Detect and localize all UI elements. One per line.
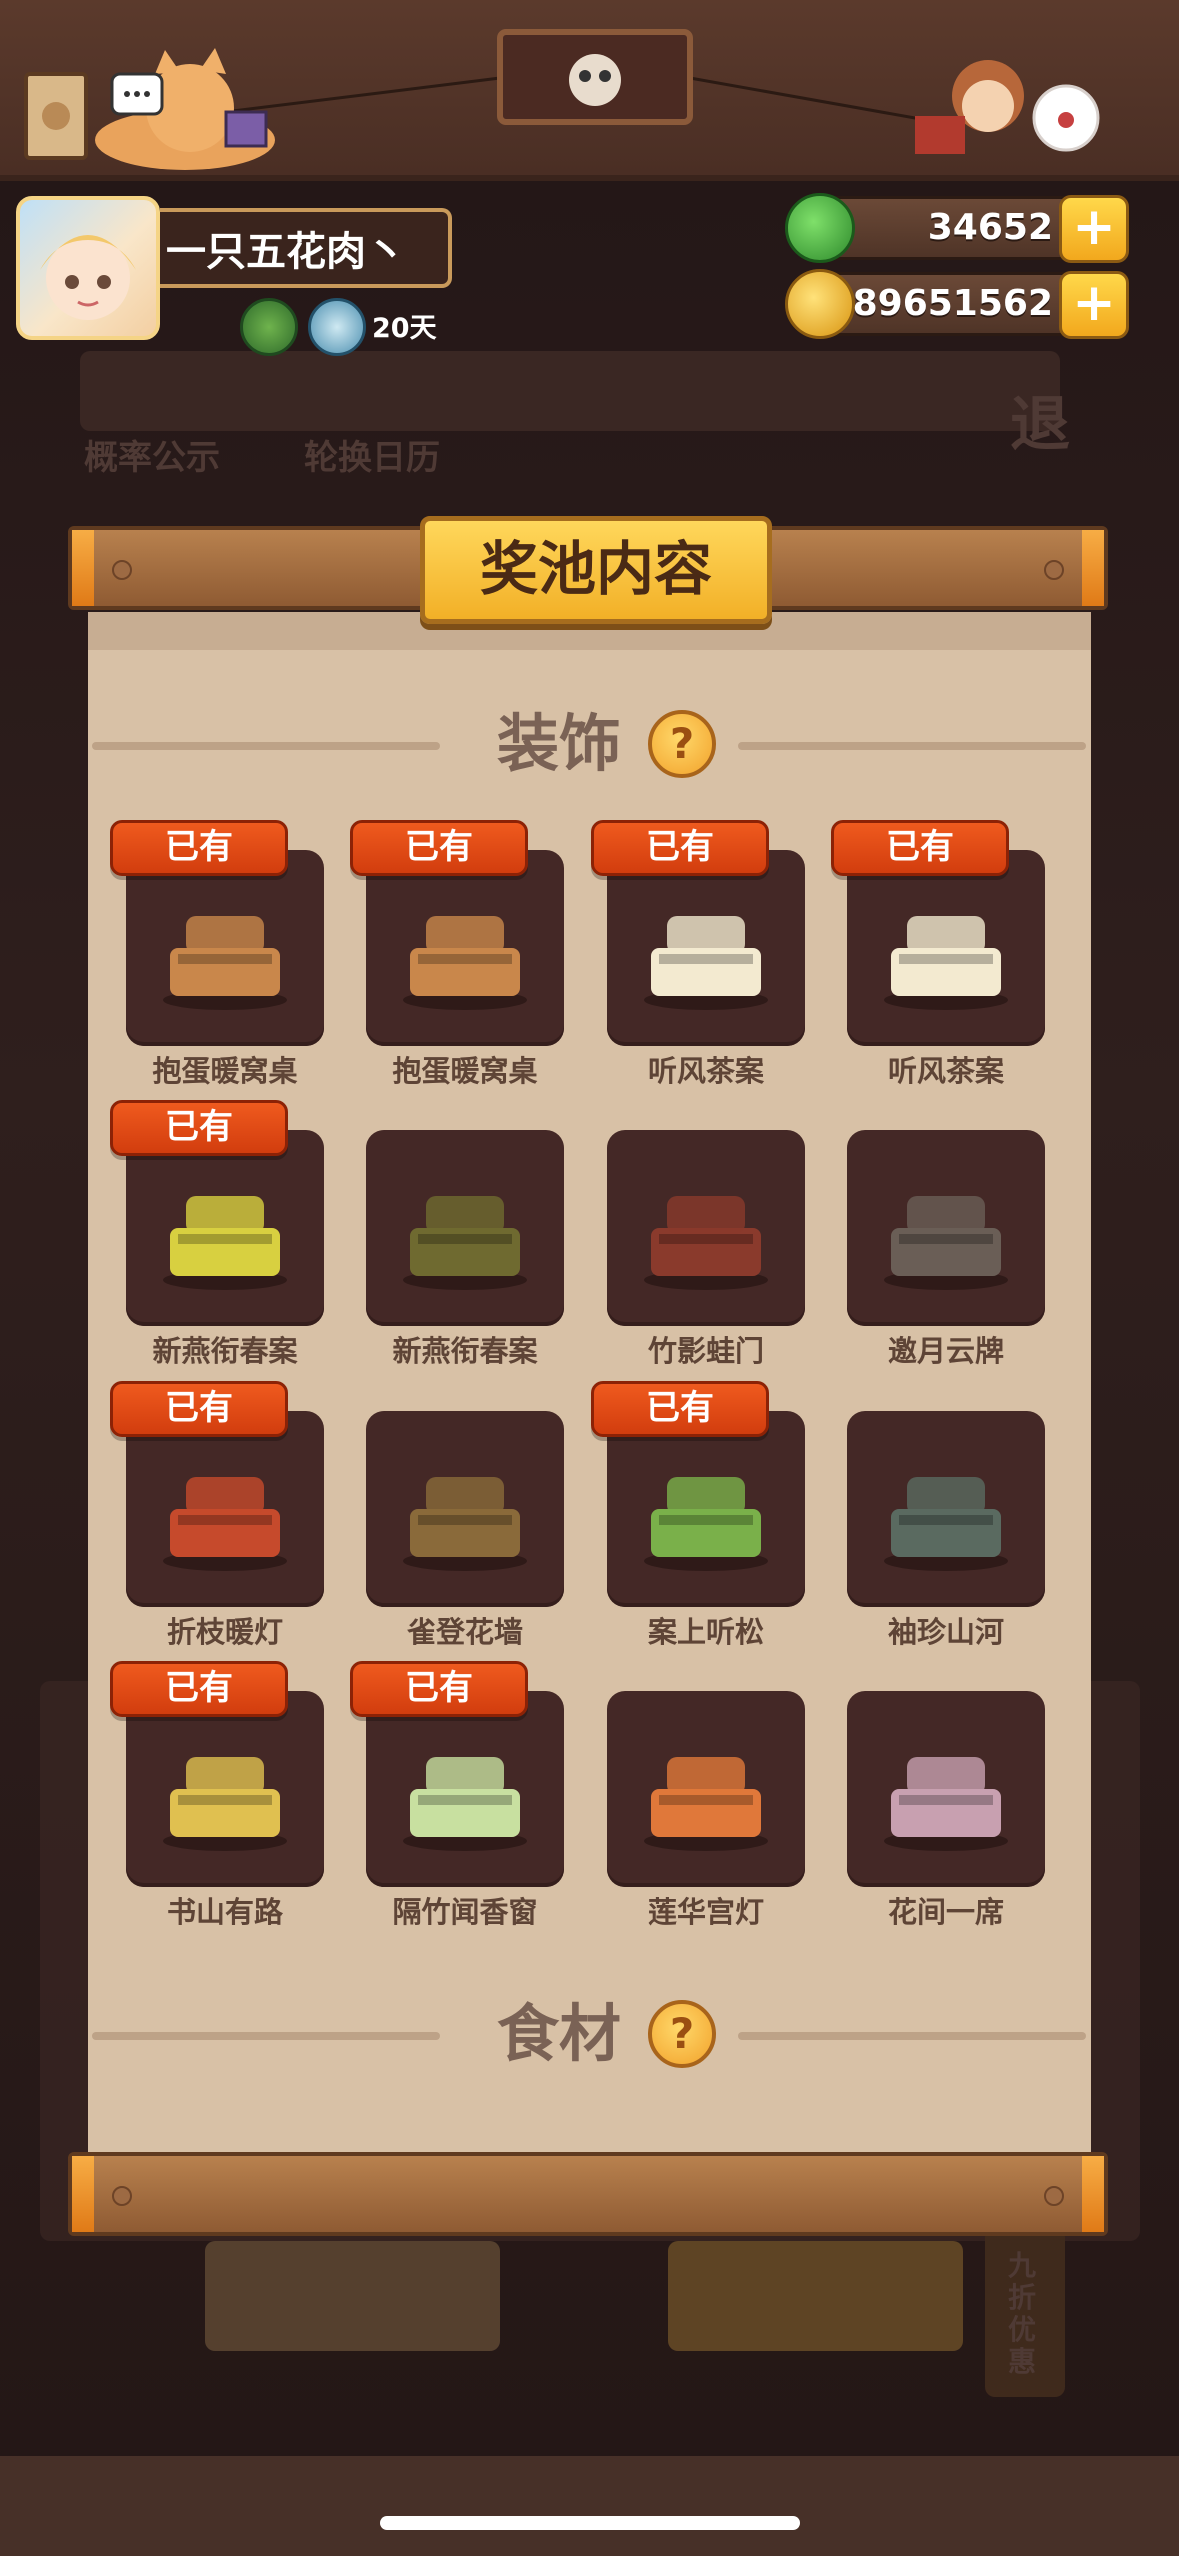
flower-wall-icon bbox=[403, 1477, 527, 1571]
item-name: 书山有路 bbox=[166, 1895, 283, 1929]
owned-badge: 已有 bbox=[591, 820, 769, 876]
add-coin-button[interactable]: + bbox=[1059, 271, 1129, 339]
item-name: 邀月云牌 bbox=[887, 1334, 1004, 1368]
item-card[interactable] bbox=[847, 1130, 1045, 1326]
days-count: 20天 bbox=[372, 313, 437, 344]
lamp-icon bbox=[163, 1477, 287, 1571]
item-card[interactable] bbox=[126, 1130, 324, 1326]
section-ingredients-title: 食材 bbox=[497, 1997, 622, 2070]
owned-badge: 已有 bbox=[350, 1661, 528, 1717]
item-name: 新燕衔春案 bbox=[152, 1334, 298, 1368]
item-name: 莲华宫灯 bbox=[647, 1895, 764, 1929]
jade-currency: 34652 + bbox=[785, 193, 1129, 263]
item-name: 雀登花墙 bbox=[406, 1615, 523, 1649]
owned-badge: 已有 bbox=[591, 1381, 769, 1437]
coin-currency: 89651562 + bbox=[785, 269, 1129, 339]
coin-icon bbox=[785, 269, 855, 339]
avatar-portrait bbox=[40, 235, 136, 320]
top-banner bbox=[0, 0, 1179, 181]
item-name: 折枝暖灯 bbox=[166, 1615, 283, 1649]
item-card[interactable] bbox=[366, 1130, 564, 1326]
add-jade-button[interactable]: + bbox=[1059, 195, 1129, 263]
item-card[interactable] bbox=[126, 1691, 324, 1887]
home-bar bbox=[0, 2456, 1179, 2556]
item-card[interactable] bbox=[607, 1130, 805, 1326]
bookshelf-icon bbox=[163, 1757, 287, 1851]
item-name: 新燕衔春案 bbox=[392, 1334, 538, 1368]
mini-landscape-icon bbox=[884, 1477, 1008, 1571]
section-ingredients-header: 食材 ? bbox=[92, 1994, 1086, 2074]
panel-bottom-board bbox=[68, 2152, 1108, 2236]
coin-value: 89651562 bbox=[852, 283, 1053, 324]
bamboo-window-icon bbox=[403, 1757, 527, 1851]
item-name: 袖珍山河 bbox=[887, 1615, 1004, 1649]
owned-badge: 已有 bbox=[110, 1661, 288, 1717]
tea-table-icon bbox=[644, 916, 768, 1010]
item-card[interactable] bbox=[126, 1411, 324, 1607]
sushi-badge-icon[interactable] bbox=[308, 298, 366, 356]
item-name: 竹影蛙门 bbox=[647, 1334, 764, 1368]
item-name: 隔竹闻香窗 bbox=[392, 1895, 538, 1929]
calendar-link: 轮换日历 bbox=[304, 438, 440, 478]
item-name: 听风茶案 bbox=[887, 1054, 1004, 1088]
avatar[interactable] bbox=[16, 196, 160, 340]
spring-table-dark-icon bbox=[403, 1196, 527, 1290]
owned-badge: 已有 bbox=[110, 1381, 288, 1437]
home-indicator[interactable] bbox=[380, 2516, 800, 2530]
palace-lantern-icon bbox=[644, 1757, 768, 1851]
owned-badge: 已有 bbox=[110, 820, 288, 876]
modal-title: 奖池内容 bbox=[420, 516, 772, 624]
probability-link: 概率公示 bbox=[84, 438, 220, 478]
item-card[interactable] bbox=[847, 850, 1045, 1046]
jade-icon bbox=[785, 193, 855, 263]
spring-table-icon bbox=[163, 1196, 287, 1290]
item-card[interactable] bbox=[847, 1691, 1045, 1887]
item-name: 花间一席 bbox=[887, 1895, 1004, 1929]
item-card[interactable] bbox=[366, 1411, 564, 1607]
owned-badge: 已有 bbox=[110, 1100, 288, 1156]
item-card[interactable] bbox=[126, 850, 324, 1046]
owned-badge: 已有 bbox=[831, 820, 1009, 876]
item-card[interactable] bbox=[607, 1691, 805, 1887]
owned-badge: 已有 bbox=[350, 820, 528, 876]
item-name: 抱蛋暖窝桌 bbox=[152, 1054, 298, 1088]
jade-value: 34652 bbox=[927, 207, 1053, 248]
tea-table-icon bbox=[884, 916, 1008, 1010]
section-decor-header: 装饰 ? bbox=[92, 704, 1086, 784]
bonsai-icon bbox=[644, 1477, 768, 1571]
discount-tag: 九折优惠 bbox=[1008, 2249, 1037, 2378]
decor-help-icon[interactable]: ? bbox=[648, 710, 716, 778]
flower-mat-icon bbox=[884, 1757, 1008, 1851]
moon-sign-icon bbox=[884, 1196, 1008, 1290]
item-card[interactable] bbox=[607, 850, 805, 1046]
table-hen-icon bbox=[403, 916, 527, 1010]
ingredients-help-icon[interactable]: ? bbox=[648, 2000, 716, 2068]
section-decor-title: 装饰 bbox=[497, 707, 622, 780]
item-name: 案上听松 bbox=[647, 1615, 764, 1649]
item-card[interactable] bbox=[366, 850, 564, 1046]
item-name: 抱蛋暖窝桌 bbox=[392, 1054, 538, 1088]
player-name: 一只五花肉丶 bbox=[160, 208, 452, 288]
leaf-badge-icon[interactable] bbox=[240, 298, 298, 356]
table-hen-icon bbox=[163, 916, 287, 1010]
item-card[interactable] bbox=[366, 1691, 564, 1887]
item-card[interactable] bbox=[847, 1411, 1045, 1607]
banner-decoration bbox=[24, 29, 1100, 170]
item-card[interactable] bbox=[607, 1411, 805, 1607]
exit-button: 退 bbox=[1010, 390, 1070, 460]
gate-icon bbox=[644, 1196, 768, 1290]
item-name: 听风茶案 bbox=[647, 1054, 764, 1088]
